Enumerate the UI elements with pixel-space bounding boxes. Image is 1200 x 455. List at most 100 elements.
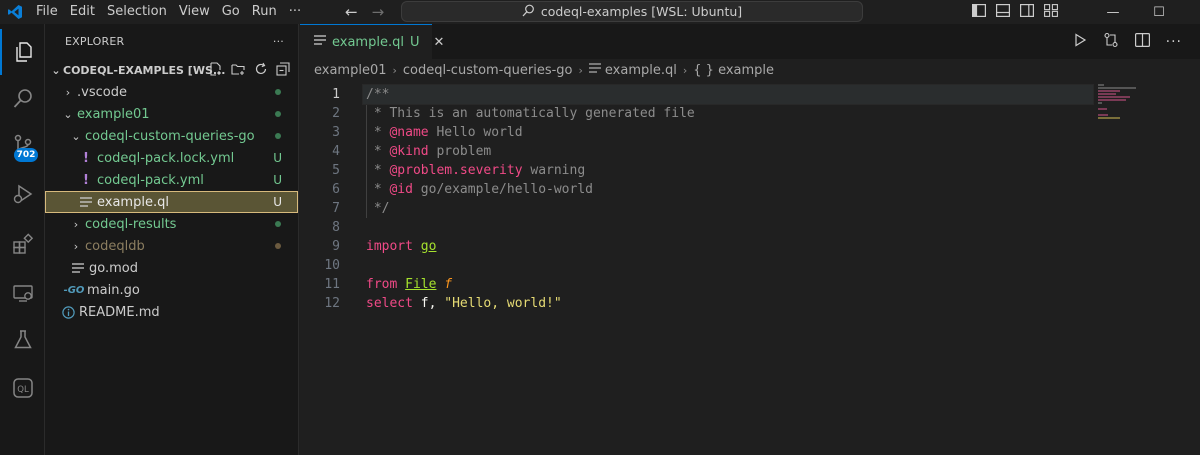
split-editor-icon[interactable] <box>1134 32 1150 51</box>
breadcrumb-item[interactable]: example.ql <box>605 63 677 78</box>
command-center[interactable]: codeql-examples [WSL: Ubuntu] <box>401 1 863 22</box>
menu-selection[interactable]: Selection <box>101 0 173 24</box>
toggle-primary-sidebar-icon[interactable] <box>972 3 987 21</box>
git-status-dot <box>275 111 281 117</box>
more-actions-icon[interactable]: ··· <box>1166 34 1182 50</box>
tree-item-example-ql[interactable]: example.ql U <box>45 191 298 213</box>
code-line: 12 select f, "Hello, world!" <box>300 294 1200 313</box>
breadcrumb-item[interactable]: example01 <box>314 63 387 78</box>
tree-item-example01[interactable]: ⌄ example01 <box>45 103 298 125</box>
git-status-dot <box>275 89 281 95</box>
code-line: 10 <box>300 256 1200 275</box>
maximize-button[interactable]: ☐ <box>1136 0 1182 24</box>
doc-value: Hello world <box>428 125 523 140</box>
tree-item-label: .vscode <box>77 84 127 100</box>
tree-item-codeqldb[interactable]: › codeqldb <box>45 235 298 257</box>
compare-changes-icon[interactable] <box>1103 32 1119 52</box>
tree-item-label: example01 <box>77 106 150 122</box>
back-arrow-icon[interactable]: ← <box>345 3 358 21</box>
code-text: */ <box>366 201 390 216</box>
explorer-sidebar: EXPLORER ··· ⌄ CODEQL-EXAMPLES [WS... › … <box>45 24 299 455</box>
line-number: 7 <box>332 201 340 216</box>
line-number: 9 <box>332 239 340 254</box>
breadcrumb-item[interactable]: { } example <box>693 63 774 78</box>
new-file-icon[interactable] <box>209 61 223 79</box>
doc-tag: @kind <box>389 144 429 159</box>
code-text: * @id go/example/hello-world <box>366 182 593 197</box>
menu-run[interactable]: Run <box>246 0 283 24</box>
run-debug-icon[interactable] <box>0 171 45 217</box>
tree-item-vscode[interactable]: › .vscode <box>45 81 298 103</box>
doc-value: go/example/hello-world <box>412 182 593 197</box>
tree-item-label: README.md <box>79 304 160 320</box>
line-number: 10 <box>324 258 340 273</box>
new-folder-icon[interactable] <box>231 62 246 79</box>
refresh-icon[interactable] <box>254 62 268 79</box>
code-line: 8 <box>300 218 1200 237</box>
go-file-icon: -GO <box>63 284 85 296</box>
remote-explorer-icon[interactable] <box>0 270 45 316</box>
breadcrumb-item[interactable]: codeql-custom-queries-go <box>403 63 573 78</box>
ql-file-icon <box>314 34 326 50</box>
tab-example-ql[interactable]: example.ql U ✕ <box>300 24 444 59</box>
run-icon[interactable] <box>1073 32 1087 51</box>
keyword: select <box>366 296 413 311</box>
tree-item-main-go[interactable]: -GO main.go <box>45 279 298 301</box>
workspace-section-header[interactable]: ⌄ CODEQL-EXAMPLES [WS... <box>45 59 298 81</box>
menu-go[interactable]: Go <box>216 0 246 24</box>
code-line: 2 * This is an automatically generated f… <box>300 104 1200 123</box>
forward-arrow-icon[interactable]: → <box>372 3 385 21</box>
explorer-header: EXPLORER ··· <box>45 24 298 59</box>
current-line-highlight <box>362 84 1094 105</box>
codeql-icon[interactable]: QL <box>0 365 45 411</box>
tree-item-label: example.ql <box>97 194 169 210</box>
minimize-button[interactable]: — <box>1090 0 1136 24</box>
title-bar: File Edit Selection View Go Run ··· ← → … <box>0 0 1200 24</box>
close-icon[interactable]: ✕ <box>433 35 444 50</box>
chevron-right-icon: › <box>73 239 79 253</box>
menu-edit[interactable]: Edit <box>64 0 101 24</box>
chevron-right-icon: › <box>392 63 397 77</box>
code-text: import go <box>366 237 436 256</box>
explorer-icon[interactable] <box>0 29 45 75</box>
tree-item-codeql-pack-lock[interactable]: ! codeql-pack.lock.yml U <box>45 147 298 169</box>
tree-item-label: go.mod <box>89 260 138 276</box>
tree-item-readme[interactable]: README.md <box>45 301 298 323</box>
search-view-icon[interactable] <box>0 76 45 122</box>
code-line: 6 * @id go/example/hello-world <box>300 180 1200 199</box>
toggle-panel-icon[interactable] <box>996 3 1011 21</box>
vscode-logo-icon <box>0 0 30 24</box>
doc-value: warning <box>522 163 586 178</box>
source-control-badge: 702 <box>14 148 38 162</box>
tree-item-label: codeql-pack.yml <box>97 172 204 188</box>
minimap[interactable] <box>1098 84 1148 124</box>
codeql-icon-label: QL <box>17 385 29 395</box>
extensions-icon[interactable] <box>0 221 45 267</box>
customize-layout-icon[interactable] <box>1044 3 1058 21</box>
code-line: 3 * @name Hello world <box>300 123 1200 142</box>
tree-item-label: codeql-custom-queries-go <box>85 128 255 144</box>
code-editor[interactable]: 1 /** 2 * This is an automatically gener… <box>300 84 1200 313</box>
ql-file-icon <box>588 62 601 78</box>
tree-item-codeql-custom-queries-go[interactable]: ⌄ codeql-custom-queries-go <box>45 125 298 147</box>
chevron-right-icon: › <box>73 217 79 231</box>
ql-file-icon <box>79 196 93 208</box>
menu-more[interactable]: ··· <box>283 0 307 24</box>
code-text: * @name Hello world <box>366 125 523 140</box>
testing-flask-icon[interactable] <box>0 317 45 363</box>
tree-item-go-mod[interactable]: go.mod <box>45 257 298 279</box>
menu-view[interactable]: View <box>173 0 216 24</box>
chevron-down-icon: ⌄ <box>51 63 61 77</box>
explorer-more-button[interactable]: ··· <box>273 35 284 48</box>
code-text: * This is an automatically generated fil… <box>366 106 695 121</box>
tree-item-codeql-pack[interactable]: ! codeql-pack.yml U <box>45 169 298 191</box>
git-status-dot <box>275 243 281 249</box>
tree-item-codeql-results[interactable]: › codeql-results <box>45 213 298 235</box>
toggle-secondary-sidebar-icon[interactable] <box>1020 3 1035 21</box>
collapse-all-icon[interactable] <box>276 61 290 79</box>
close-button[interactable]: ✕ <box>1182 0 1200 24</box>
code-line: 1 /** <box>300 84 1200 105</box>
menu-file[interactable]: File <box>30 0 64 24</box>
doc-tag: @id <box>389 182 413 197</box>
variable: f <box>420 296 429 311</box>
